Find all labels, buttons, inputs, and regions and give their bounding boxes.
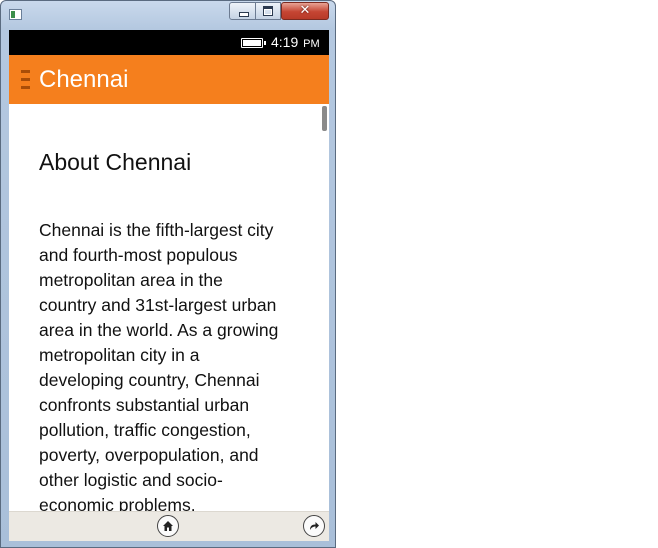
redo-icon	[310, 522, 319, 530]
clock-time: 4:19	[271, 34, 299, 50]
close-icon: ✕	[299, 3, 311, 18]
menu-line	[21, 78, 30, 81]
paragraph-line: country and 31st-largest urban	[39, 295, 277, 315]
bottom-app-bar	[9, 511, 329, 541]
paragraph-line: confronts substantial urban	[39, 395, 250, 415]
paragraph-line: and fourth-most populous	[39, 245, 238, 265]
app-window-icon	[9, 9, 22, 20]
close-button[interactable]: ✕	[281, 2, 329, 20]
paragraph-line: poverty, overpopulation, and	[39, 445, 259, 465]
paragraph-line: Chennai is the fifth-largest city	[39, 220, 274, 240]
minimize-button[interactable]	[229, 2, 256, 20]
paragraph-line: metropolitan city in a	[39, 345, 200, 365]
menu-line	[21, 70, 30, 73]
battery-icon	[241, 38, 266, 48]
window-titlebar[interactable]: ✕	[1, 1, 335, 29]
home-icon	[163, 521, 173, 531]
scrollbar-thumb[interactable]	[322, 106, 327, 131]
section-heading: About Chennai	[39, 149, 192, 175]
menu-line	[21, 86, 30, 89]
clock-ampm: PM	[303, 38, 320, 50]
page-title: Chennai	[39, 66, 129, 93]
paragraph-line: metropolitan area in the	[39, 270, 223, 290]
paragraph-line: economic problems.	[39, 495, 196, 511]
status-bar: 4:19 PM	[9, 30, 329, 55]
content-scroll-area[interactable]: About Chennai Chennai is the fifth-large…	[9, 104, 329, 511]
about-paragraph: Chennai is the fifth-largest city and fo…	[39, 218, 309, 511]
paragraph-line: other logistic and socio-	[39, 470, 223, 490]
paragraph-line: area in the world. As a growing	[39, 320, 279, 340]
redo-button[interactable]	[303, 515, 325, 537]
app-window: ✕ 4:19 PM Chennai About Chennai Chennai …	[0, 0, 336, 548]
paragraph-line: developing country, Chennai	[39, 370, 260, 390]
phone-screen: 4:19 PM Chennai About Chennai Chennai is…	[9, 30, 329, 541]
paragraph-line: pollution, traffic congestion,	[39, 420, 251, 440]
drawer-menu-icon[interactable]	[21, 70, 30, 89]
maximize-button[interactable]	[255, 2, 281, 20]
action-bar: Chennai	[9, 55, 329, 104]
status-clock: 4:19 PM	[271, 34, 320, 52]
home-button[interactable]	[157, 515, 179, 537]
